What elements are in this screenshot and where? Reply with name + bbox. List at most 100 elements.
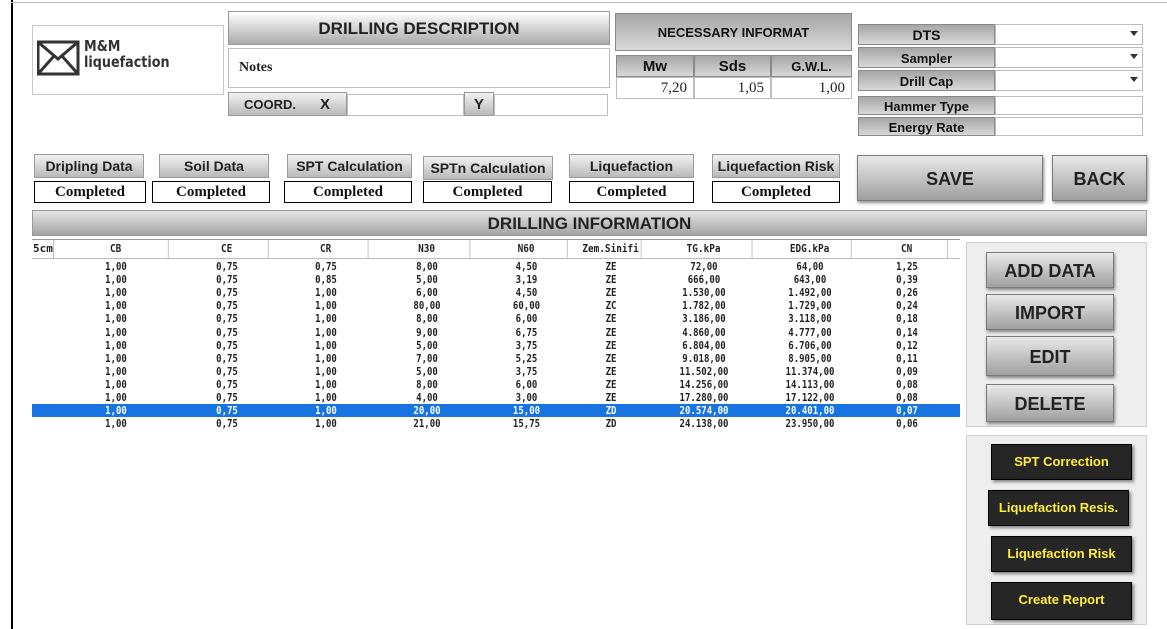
table-cell-n30: 5,00 <box>416 338 438 352</box>
table-cell-cn: 0,12 <box>896 338 918 352</box>
table-cell-5cm <box>34 273 52 286</box>
table-cell-cb: 1,00 <box>105 299 127 313</box>
table-cell-n60: 3,00 <box>515 391 538 404</box>
table-cell-zem-sinifi: ZE <box>605 312 617 326</box>
table-row[interactable]: 1,00 0,75 1,00 4,00 3,00 ZE 17.280,00 17.122,00… <box>32 391 960 404</box>
table-row[interactable]: 1,00 0,75 1,00 7,00 5,25 ZE 9.018,00 8.905,00 0,… <box>32 352 960 365</box>
table-cell-n60: 15,75 <box>512 417 541 431</box>
column-header-5cm[interactable]: 5cm <box>32 240 54 258</box>
import-button[interactable]: IMPORT <box>986 294 1114 330</box>
column-header-zem-sinifi[interactable]: Zem.Sinifi <box>580 240 642 258</box>
table-cell-n60: 6,00 <box>515 377 538 391</box>
drill-cap-label: Drill Cap <box>858 70 995 91</box>
notes-field[interactable]: Notes <box>228 48 610 88</box>
drilling-data-table[interactable]: 5cm CB CE CR N30 N60 Zem.Sinifi TG.kPa E… <box>32 239 960 625</box>
tab-liquefaction[interactable]: Liquefaction <box>569 154 694 178</box>
table-row[interactable]: 1,00 0,75 0,85 5,00 3,19 ZE 666,00 643,00 0,39 <box>32 273 960 286</box>
table-cell-5cm <box>34 326 52 339</box>
table-row[interactable]: 1,00 0,75 1,00 8,00 6,00 ZE 14.256,00 14.113,00… <box>32 378 960 391</box>
mw-input[interactable]: 7,20 <box>616 77 694 99</box>
sampler-select[interactable] <box>995 47 1143 68</box>
window-top-border <box>11 2 1167 3</box>
tab-soil-data[interactable]: Soil Data <box>159 154 269 178</box>
table-cell-edg-kpa: 4.777,00 <box>788 325 832 339</box>
table-cell-n60: 3,19 <box>515 273 538 287</box>
table-row[interactable]: 1,00 0,75 1,00 5,00 3,75 ZE 6.804,00 6.706,00 0,… <box>32 339 960 352</box>
save-button[interactable]: SAVE <box>857 155 1043 201</box>
table-cell-ce: 0,75 <box>216 325 238 339</box>
table-row[interactable]: 1,00 0,75 1,00 8,00 6,00 ZE 3.186,00 3.118,00 0,… <box>32 312 960 325</box>
table-row[interactable]: 1,00 0,75 1,00 5,00 3,75 ZE 11.502,00 11.374,00… <box>32 365 960 378</box>
table-row[interactable]: 1,00 0,75 1,00 80,00 60,00 ZC 1.782,00 1.729,00… <box>32 299 960 312</box>
tab-sptn-calculation[interactable]: SPTn Calculation <box>423 156 553 180</box>
table-cell-zem-sinifi: ZD <box>605 404 617 418</box>
table-cell-n30: 5,00 <box>416 273 438 287</box>
hammer-type-label: Hammer Type <box>858 96 995 115</box>
hammer-type-input[interactable] <box>995 96 1143 115</box>
table-cell-zem-sinifi: ZE <box>605 391 617 404</box>
table-cell-cb: 1,00 <box>105 404 127 418</box>
y-coordinate-input[interactable] <box>494 94 608 116</box>
column-header-tg-kpa[interactable]: TG.kPa <box>656 240 753 258</box>
column-header-n30[interactable]: N30 <box>384 240 471 258</box>
table-cell-cr: 1,00 <box>315 286 337 300</box>
table-cell-tg-kpa: 20.574,00 <box>679 404 729 418</box>
table-cell-cn: 1,25 <box>896 260 918 273</box>
table-cell-ce: 0,75 <box>216 260 238 273</box>
table-row[interactable]: 1,00 0,75 1,00 9,00 6,75 ZE 4.860,00 4.777,00 0,… <box>32 326 960 339</box>
table-cell-edg-kpa: 8.905,00 <box>788 351 832 365</box>
liquefaction-resistance-button[interactable]: Liquefaction Resis. <box>988 490 1129 526</box>
table-cell-zem-sinifi: ZE <box>605 286 617 300</box>
drill-cap-select[interactable] <box>995 70 1143 91</box>
liquefaction-risk-button[interactable]: Liquefaction Risk <box>991 536 1132 572</box>
table-cell-5cm <box>34 352 52 365</box>
table-row[interactable]: 1,00 0,75 1,00 20,00 15,00 ZD 20.574,00 20.401,… <box>32 404 960 418</box>
dts-select[interactable] <box>995 24 1143 45</box>
table-cell-n60: 3,75 <box>515 364 538 378</box>
table-cell-zem-sinifi: ZE <box>605 338 617 352</box>
table-cell-5cm <box>34 299 52 312</box>
table-cell-cn: 0,06 <box>896 417 918 431</box>
column-header-cr[interactable]: CR <box>284 240 369 258</box>
table-cell-ce: 0,75 <box>216 377 238 391</box>
logo-envelope-icon <box>37 40 80 76</box>
table-cell-n30: 20,00 <box>413 404 441 418</box>
table-row[interactable]: 1,00 0,75 1,00 21,00 15,75 ZD 24.138,00 23.950,… <box>32 417 960 430</box>
create-report-button[interactable]: Create Report <box>991 582 1132 620</box>
drilling-description-header: DRILLING DESCRIPTION <box>228 11 610 45</box>
column-header-ce[interactable]: CE <box>185 240 269 258</box>
edit-button[interactable]: EDIT <box>986 336 1114 376</box>
mw-label: Mw <box>616 55 694 77</box>
table-cell-zem-sinifi: ZE <box>605 260 617 273</box>
delete-button[interactable]: DELETE <box>986 384 1114 422</box>
table-cell-edg-kpa: 23.950,00 <box>785 417 835 431</box>
x-coordinate-input[interactable] <box>347 94 464 116</box>
energy-rate-input[interactable] <box>995 117 1143 136</box>
column-header-cn[interactable]: CN <box>866 240 948 258</box>
spt-correction-button[interactable]: SPT Correction <box>991 444 1132 480</box>
table-cell-tg-kpa: 72,00 <box>690 260 718 273</box>
column-header-n60[interactable]: N60 <box>485 240 568 258</box>
notes-label: Notes <box>239 60 273 75</box>
table-cell-tg-kpa: 14.256,00 <box>679 377 729 391</box>
table-row[interactable]: 1,00 0,75 1,00 6,00 4,50 ZE 1.530,00 1.492,00 0,… <box>32 286 960 299</box>
add-data-button[interactable]: ADD DATA <box>986 252 1114 288</box>
chevron-down-icon <box>1130 31 1138 36</box>
table-cell-ce: 0,75 <box>216 338 238 352</box>
table-row[interactable]: 1,00 0,75 0,75 8,00 4,50 ZE 72,00 64,00 1,25 <box>32 260 960 273</box>
column-header-cb[interactable]: CB <box>63 240 169 258</box>
tab-liquefaction-risk[interactable]: Liquefaction Risk <box>712 154 840 178</box>
gwl-label: G.W.L. <box>771 55 852 77</box>
table-cell-n30: 7,00 <box>416 351 438 365</box>
sds-input[interactable]: 1,05 <box>694 77 771 99</box>
gwl-input[interactable]: 1,00 <box>771 77 852 99</box>
table-cell-cn: 0,39 <box>896 273 918 287</box>
table-cell-5cm <box>34 365 52 378</box>
table-cell-ce: 0,75 <box>216 417 238 431</box>
table-cell-n30: 80,00 <box>413 299 441 313</box>
tab-spt-calculation[interactable]: SPT Calculation <box>287 154 412 178</box>
column-header-edg-kpa[interactable]: EDG.kPa <box>768 240 852 258</box>
tab-dripling-data[interactable]: Dripling Data <box>34 154 144 178</box>
back-button[interactable]: BACK <box>1052 155 1147 201</box>
energy-rate-label: Energy Rate <box>858 117 995 136</box>
